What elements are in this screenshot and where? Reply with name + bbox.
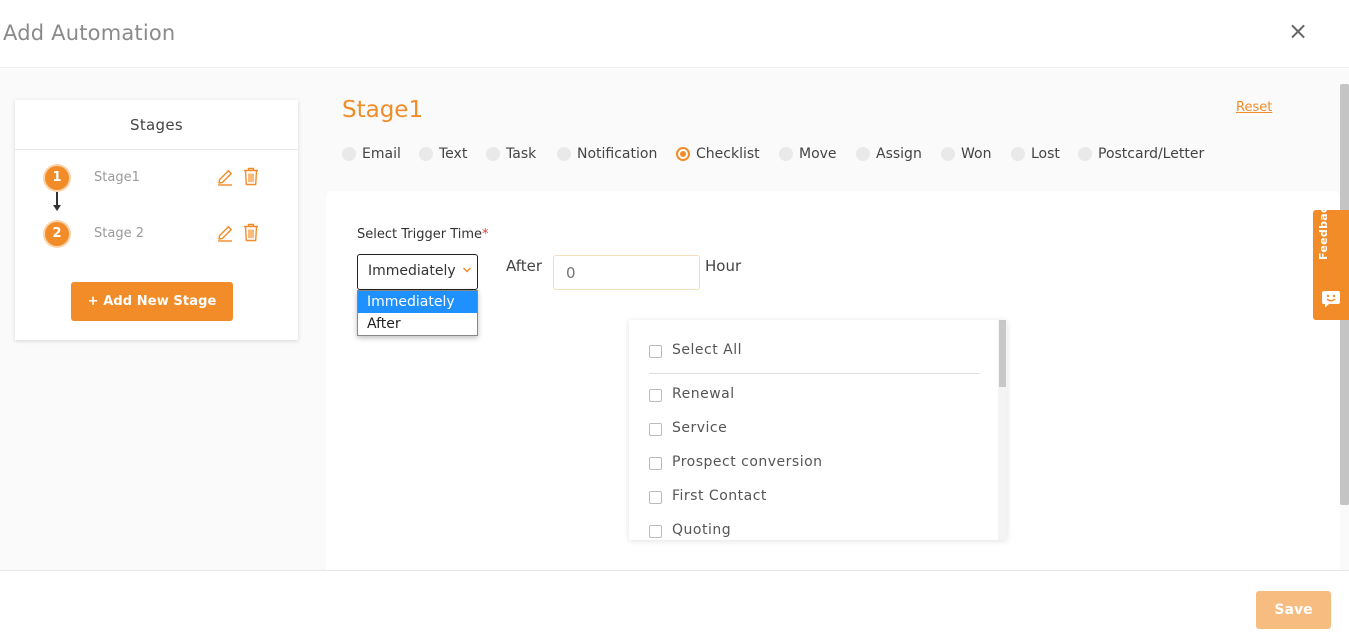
stages-header: Stages xyxy=(15,100,298,150)
radio-label: Lost xyxy=(1031,146,1060,162)
checkbox-label: Prospect conversion xyxy=(672,454,823,470)
radio-button[interactable] xyxy=(419,147,433,161)
radio-label: Notification xyxy=(577,146,658,162)
stage-item[interactable]: 1 Stage1 xyxy=(15,164,298,192)
edit-icon[interactable] xyxy=(216,168,234,186)
radio-label: Assign xyxy=(876,146,922,162)
checkbox[interactable] xyxy=(649,345,662,358)
radio-button[interactable] xyxy=(486,147,500,161)
feedback-tab[interactable]: Feedback xyxy=(1313,199,1349,320)
modal-body: Stages 1 Stage1 2 Stage 2 + Add New Stag… xyxy=(0,69,1349,570)
edit-icon[interactable] xyxy=(216,224,234,242)
radio-label: Task xyxy=(506,146,537,162)
trash-icon[interactable] xyxy=(243,223,259,242)
smile-chat-icon xyxy=(1322,291,1340,308)
trigger-time-label: Select Trigger Time* xyxy=(357,227,489,242)
dropdown-option-after[interactable]: After xyxy=(358,313,477,335)
radio-button[interactable] xyxy=(856,147,870,161)
radio-button[interactable] xyxy=(1078,147,1092,161)
checkbox[interactable] xyxy=(649,491,662,504)
checkbox[interactable] xyxy=(649,525,662,538)
checkbox-label: First Contact xyxy=(672,488,767,504)
hour-label: Hour xyxy=(705,257,742,275)
radio-button[interactable] xyxy=(779,147,793,161)
modal-title: Add Automation xyxy=(3,21,176,45)
radio-button-selected[interactable] xyxy=(676,147,690,161)
radio-label: Email xyxy=(362,146,401,162)
checklist-scrollbar-thumb[interactable] xyxy=(999,320,1006,387)
checkbox-label: Service xyxy=(672,420,728,436)
checkbox-label: Renewal xyxy=(672,386,735,402)
stages-panel: Stages 1 Stage1 2 Stage 2 + Add New Stag… xyxy=(15,100,298,340)
trigger-time-selected-value: Immediately xyxy=(368,263,456,279)
radio-label: Move xyxy=(799,146,837,162)
arrow-down-icon xyxy=(53,192,61,211)
trash-icon[interactable] xyxy=(243,167,259,186)
chevron-down-icon xyxy=(462,267,472,273)
save-button[interactable]: Save xyxy=(1256,591,1331,629)
radio-label: Checklist xyxy=(696,146,760,162)
trigger-time-dropdown: Immediately After xyxy=(357,290,478,336)
radio-label: Postcard/Letter xyxy=(1098,146,1205,162)
checkbox[interactable] xyxy=(649,423,662,436)
radio-button[interactable] xyxy=(941,147,955,161)
close-icon[interactable]: × xyxy=(1286,18,1310,44)
dropdown-option-immediately[interactable]: Immediately xyxy=(358,291,477,313)
after-label: After xyxy=(506,257,543,275)
required-mark: * xyxy=(482,227,489,242)
radio-button[interactable] xyxy=(1011,147,1025,161)
checkbox-label: Quoting xyxy=(672,522,732,538)
trigger-time-select[interactable]: Immediately xyxy=(357,254,478,290)
radio-button[interactable] xyxy=(342,147,356,161)
checklist-settings-card: Select Trigger Time* Immediately Immedia… xyxy=(326,191,1340,570)
stage-item[interactable]: 2 Stage 2 xyxy=(15,220,298,248)
checkbox-label: Select All xyxy=(672,342,742,358)
modal-footer: Save xyxy=(0,570,1349,643)
add-new-stage-button[interactable]: + Add New Stage xyxy=(71,282,233,321)
stage-number-badge: 2 xyxy=(45,222,69,246)
radio-label: Won xyxy=(961,146,992,162)
radio-button[interactable] xyxy=(557,147,571,161)
checkbox[interactable] xyxy=(649,389,662,402)
reset-link[interactable]: Reset xyxy=(1236,100,1272,115)
checkbox[interactable] xyxy=(649,457,662,470)
stage-name: Stage 2 xyxy=(94,226,144,241)
radio-label: Text xyxy=(439,146,468,162)
stage-name: Stage1 xyxy=(94,170,140,185)
trigger-time-label-text: Select Trigger Time xyxy=(357,227,483,242)
divider xyxy=(649,373,979,374)
stage-number-badge: 1 xyxy=(45,166,69,190)
modal-header: Add Automation × xyxy=(0,0,1349,68)
stage-title: Stage1 xyxy=(342,97,424,123)
hours-input[interactable] xyxy=(553,255,700,290)
feedback-label: Feedback xyxy=(1317,198,1330,260)
checklist-box: Select All Renewal Service Prospect conv… xyxy=(629,320,1007,540)
